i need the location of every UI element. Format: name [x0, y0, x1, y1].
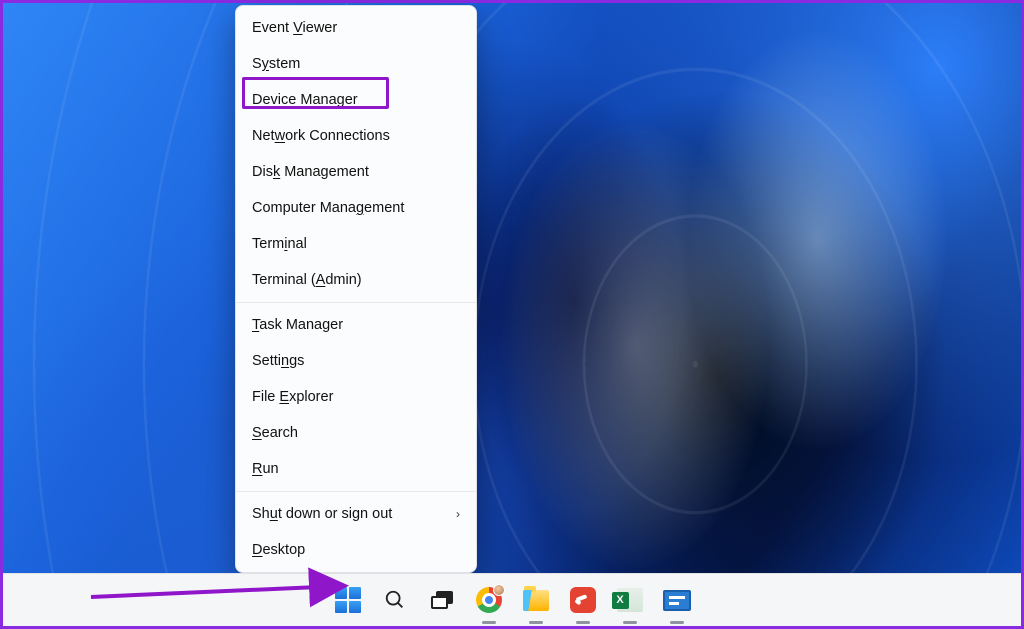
menu-item-label: Terminal (Admin)	[252, 272, 362, 288]
menu-item-label: File Explorer	[252, 389, 333, 405]
winx-context-menu: Event Viewer System Device Manager Netwo…	[235, 5, 477, 573]
menu-item-settings[interactable]: Settings	[236, 343, 476, 379]
taskbar-app-chrome[interactable]	[473, 585, 504, 616]
menu-item-device-manager[interactable]: Device Manager	[236, 82, 476, 118]
menu-item-shut-down[interactable]: Shut down or sign out ›	[236, 496, 476, 532]
menu-item-label: Device Manager	[252, 92, 358, 108]
menu-item-label: Search	[252, 425, 298, 441]
desktop-wallpaper	[3, 3, 1021, 626]
menu-separator	[236, 302, 476, 303]
menu-item-computer-management[interactable]: Computer Management	[236, 190, 476, 226]
taskbar: X	[3, 573, 1021, 626]
menu-item-label: Terminal	[252, 236, 307, 252]
menu-separator	[236, 491, 476, 492]
taskbar-search-button[interactable]	[379, 585, 410, 616]
menu-item-label: Task Manager	[252, 317, 343, 333]
taskbar-app-word[interactable]	[661, 585, 692, 616]
menu-item-network-connections[interactable]: Network Connections	[236, 118, 476, 154]
menu-item-terminal-admin[interactable]: Terminal (Admin)	[236, 262, 476, 298]
folder-icon	[523, 590, 549, 611]
taskbar-app-file-explorer[interactable]	[520, 585, 551, 616]
menu-item-label: Settings	[252, 353, 304, 369]
menu-item-label: Disk Management	[252, 164, 369, 180]
screenshot-frame: Event Viewer System Device Manager Netwo…	[0, 0, 1024, 629]
chevron-right-icon: ›	[456, 507, 460, 521]
menu-item-label: Run	[252, 461, 279, 477]
menu-item-label: Computer Management	[252, 200, 404, 216]
menu-item-task-manager[interactable]: Task Manager	[236, 307, 476, 343]
menu-item-label: Event Viewer	[252, 20, 337, 36]
menu-item-terminal[interactable]: Terminal	[236, 226, 476, 262]
menu-item-label: Shut down or sign out	[252, 506, 392, 522]
menu-item-file-explorer[interactable]: File Explorer	[236, 379, 476, 415]
excel-badge-label: X	[612, 592, 629, 609]
menu-item-event-viewer[interactable]: Event Viewer	[236, 10, 476, 46]
task-view-button[interactable]	[426, 585, 457, 616]
windows-logo-icon	[335, 587, 361, 613]
todoist-icon	[570, 587, 596, 613]
chrome-icon	[476, 587, 502, 613]
excel-icon: X	[617, 588, 643, 612]
start-button[interactable]	[332, 585, 363, 616]
task-view-icon	[431, 591, 453, 609]
profile-avatar-icon	[493, 584, 505, 596]
menu-item-desktop[interactable]: Desktop	[236, 532, 476, 568]
word-icon	[663, 590, 691, 611]
taskbar-app-todoist[interactable]	[567, 585, 598, 616]
search-icon	[384, 589, 406, 611]
menu-item-disk-management[interactable]: Disk Management	[236, 154, 476, 190]
menu-item-label: System	[252, 56, 300, 72]
menu-item-system[interactable]: System	[236, 46, 476, 82]
menu-item-label: Desktop	[252, 542, 305, 558]
taskbar-app-excel[interactable]: X	[614, 585, 645, 616]
menu-item-label: Network Connections	[252, 128, 390, 144]
menu-item-run[interactable]: Run	[236, 451, 476, 487]
menu-item-search[interactable]: Search	[236, 415, 476, 451]
